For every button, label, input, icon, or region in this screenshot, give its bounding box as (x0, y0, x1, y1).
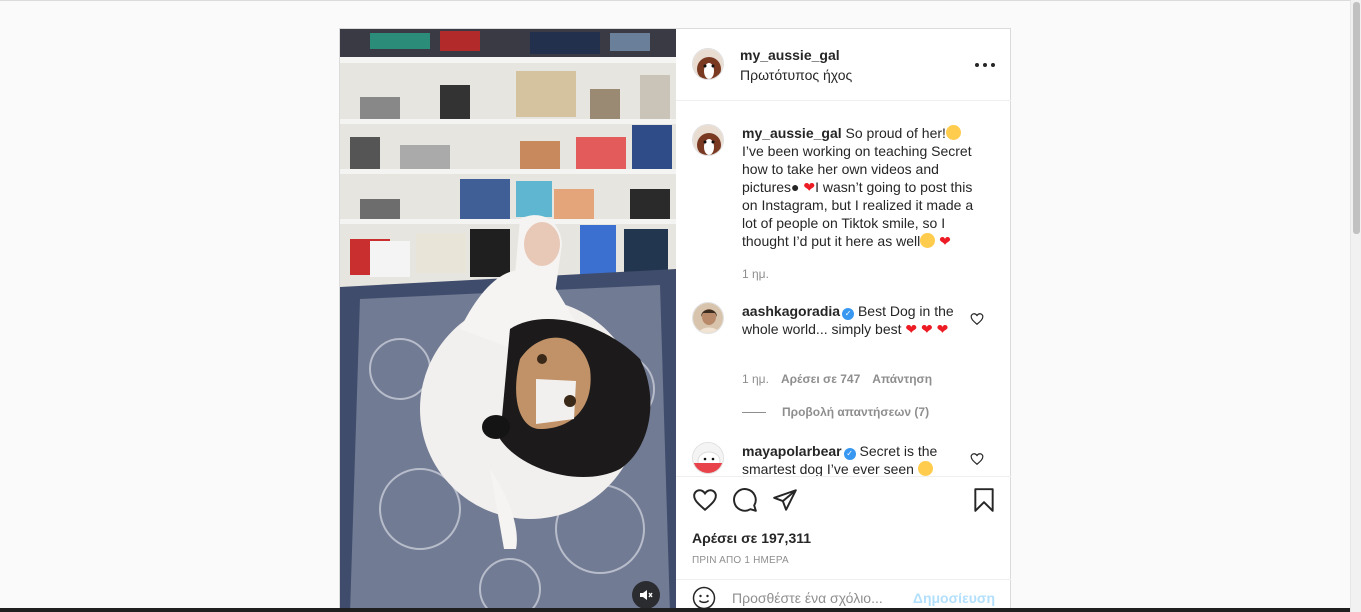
dot (991, 63, 995, 67)
comment-input[interactable] (732, 586, 912, 610)
post-video[interactable] (340, 29, 676, 612)
post-details-panel: my_aussie_gal Πρωτότυπος ήχος my_aussie_… (676, 29, 1011, 612)
camera-emoji-icon: ● (791, 179, 800, 195)
smiling-hearts-emoji-icon (945, 125, 961, 140)
comment-like-heart-icon[interactable] (970, 312, 984, 326)
dog-avatar-image (693, 125, 723, 155)
comment-text: aashkagoradia ✓ Best Dog in the whole wor… (742, 302, 986, 338)
emoji-icon[interactable] (692, 586, 716, 610)
author-avatar[interactable] (692, 48, 724, 80)
bottom-edge-bar (0, 608, 1350, 612)
post-comment-button[interactable]: Δημοσίευση (913, 590, 995, 606)
share-icon[interactable] (772, 487, 798, 513)
scrollbar-thumb[interactable] (1353, 2, 1360, 234)
comment-likes-link[interactable]: Αρέσει σε 747 (781, 372, 860, 386)
dot (975, 63, 979, 67)
commenter-avatar[interactable] (692, 442, 724, 474)
caption-time: 1 ημ. (742, 267, 769, 281)
author-username[interactable]: my_aussie_gal (740, 47, 840, 63)
dog-avatar-image (693, 49, 723, 79)
red-heart-emoji-icon: ❤ (939, 233, 951, 249)
top-divider (0, 0, 1361, 1)
post-header: my_aussie_gal Πρωτότυπος ήχος (676, 29, 1011, 101)
muted-speaker-icon (640, 590, 653, 600)
bookmark-icon[interactable] (971, 487, 997, 513)
post-actions: Αρέσει σε 197,311 ΠΡΙΝ ΑΠΟ 1 ΗΜΕΡΑ (676, 476, 1011, 572)
view-replies-label: Προβολή απαντήσεων (7) (782, 405, 930, 419)
more-options-icon[interactable] (975, 55, 995, 75)
caption-username[interactable]: my_aussie_gal (742, 125, 842, 141)
verified-badge-icon: ✓ (843, 448, 856, 460)
commenter-avatar[interactable] (692, 302, 724, 334)
likes-count[interactable]: Αρέσει σε 197,311 (692, 530, 811, 546)
caption-part-1: So proud of her! (845, 125, 946, 141)
comment-username[interactable]: mayapolarbear (742, 443, 842, 459)
replies-divider-line (742, 411, 766, 413)
reply-button[interactable]: Απάντηση (872, 372, 932, 386)
video-frame (340, 29, 676, 612)
red-heart-emoji-icon: ❤ (921, 321, 933, 337)
caption-meta: 1 ημ. (742, 267, 769, 281)
mute-button[interactable] (632, 581, 660, 609)
verified-badge-icon: ✓ (842, 308, 855, 320)
red-heart-emoji-icon: ❤ (936, 321, 949, 337)
audio-label[interactable]: Πρωτότυπος ήχος (740, 67, 852, 83)
comment-like-heart-icon[interactable] (970, 452, 984, 466)
post-dialog: my_aussie_gal Πρωτότυπος ήχος my_aussie_… (339, 28, 1011, 612)
person-avatar-image (693, 303, 723, 333)
post-time[interactable]: ΠΡΙΝ ΑΠΟ 1 ΗΜΕΡΑ (692, 555, 789, 566)
red-heart-emoji-icon: ❤ (803, 179, 816, 195)
comment-time: 1 ημ. (742, 372, 769, 386)
heart-eyes-emoji-icon (917, 461, 933, 476)
caption-text: my_aussie_gal So proud of her! I’ve been… (742, 124, 986, 250)
heart-icon[interactable] (692, 487, 718, 513)
comments-list[interactable]: my_aussie_gal So proud of her! I’ve been… (676, 102, 1011, 476)
page-scrollbar[interactable] (1350, 0, 1361, 612)
red-heart-emoji-icon: ❤ (905, 321, 918, 337)
comment-username[interactable]: aashkagoradia (742, 303, 840, 319)
comment-icon[interactable] (732, 487, 758, 513)
smiling-emoji-icon (920, 233, 936, 248)
comment-text: mayapolarbear ✓ Secret is the smartest do… (742, 442, 986, 476)
caption-avatar[interactable] (692, 124, 724, 156)
comment-meta: 1 ημ. Αρέσει σε 747 Απάντηση (742, 372, 932, 386)
polar-bear-avatar-image (693, 443, 723, 473)
view-replies-button[interactable]: Προβολή απαντήσεων (7) (742, 405, 929, 419)
dot (983, 63, 987, 67)
